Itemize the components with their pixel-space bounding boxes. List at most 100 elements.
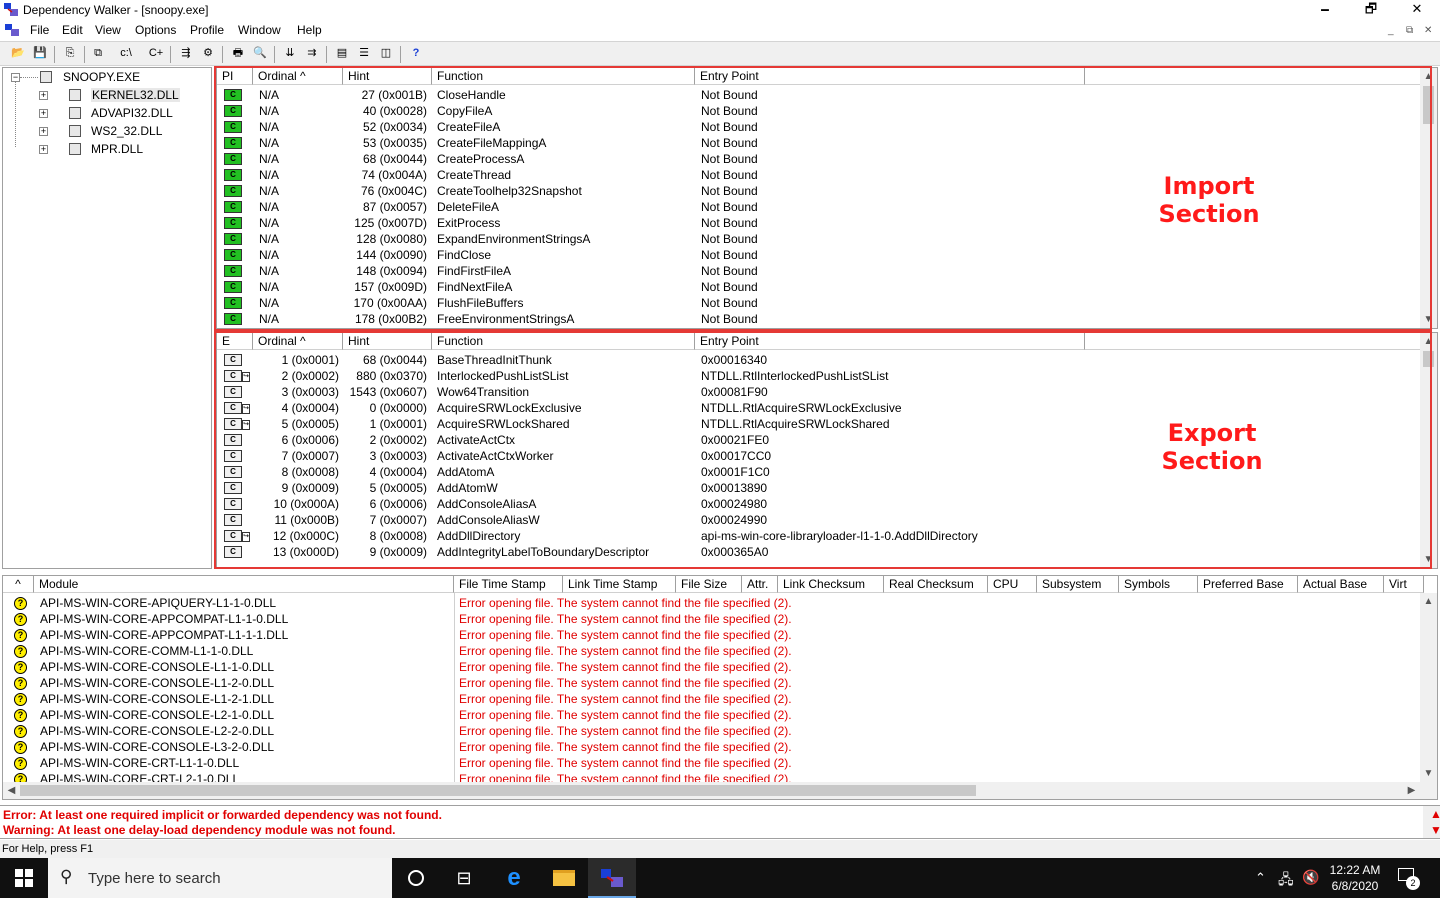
- column-header-actual-base[interactable]: Actual Base: [1298, 576, 1384, 593]
- module-row[interactable]: ? API-MS-WIN-CORE-CONSOLE-L3-2-0.DLL Error…: [3, 739, 1420, 755]
- network-icon[interactable]: 🖧: [1278, 869, 1294, 893]
- scroll-left-icon[interactable]: ◀: [3, 782, 20, 799]
- export-row[interactable]: C 11 (0x000B) 7 (0x0007) AddConsoleAliasW 0x…: [217, 512, 1421, 528]
- module-row[interactable]: ? API-MS-WIN-CORE-CRT-L1-1-0.DLL Error ope…: [3, 755, 1420, 771]
- expand-all-icon[interactable]: ⇊: [280, 45, 300, 63]
- scroll-down-icon[interactable]: ▼: [1426, 822, 1440, 838]
- edge-browser-icon[interactable]: e: [490, 858, 538, 898]
- menu-options[interactable]: Options: [135, 23, 176, 37]
- clock[interactable]: 12:22 AM 6/8/2020: [1324, 862, 1386, 894]
- cascade-icon[interactable]: ▤: [332, 45, 352, 63]
- scroll-up-icon[interactable]: ▲: [1426, 806, 1440, 822]
- export-row[interactable]: C ↪ 12 (0x000C) 8 (0x0008) AddDllDirectory ap…: [217, 528, 1421, 544]
- column-header-attr[interactable]: Attr.: [742, 576, 778, 593]
- expand-icon[interactable]: +: [39, 145, 48, 154]
- import-row[interactable]: C N/A 40 (0x0028) CopyFileA Not Bound: [217, 103, 1421, 119]
- column-header-function[interactable]: Function: [432, 68, 695, 85]
- menu-profile[interactable]: Profile: [190, 23, 224, 37]
- column-header-entry-point[interactable]: Entry Point: [695, 68, 1085, 85]
- save-icon[interactable]: 💾: [30, 45, 50, 63]
- scroll-up-icon[interactable]: ▲: [1420, 333, 1437, 350]
- menu-help[interactable]: Help: [297, 23, 322, 37]
- expand-icon[interactable]: +: [39, 127, 48, 136]
- mdi-minimize-button[interactable]: _: [1388, 25, 1394, 36]
- import-row[interactable]: C N/A 144 (0x0090) FindClose Not Bound: [217, 247, 1421, 263]
- import-vertical-scrollbar[interactable]: ▲ ▼: [1420, 68, 1437, 328]
- context-help-icon[interactable]: ?: [406, 45, 426, 63]
- column-header-[interactable]: ^: [3, 576, 34, 593]
- scroll-down-icon[interactable]: ▼: [1420, 551, 1437, 568]
- column-header-pi[interactable]: PI: [217, 68, 253, 85]
- module-row[interactable]: ? API-MS-WIN-CORE-CRT-L2-1-0.DLL Error ope…: [3, 771, 1420, 782]
- cortana-icon[interactable]: [392, 858, 440, 898]
- scroll-up-icon[interactable]: ▲: [1420, 593, 1437, 610]
- import-row[interactable]: C N/A 170 (0x00AA) FlushFileBuffers Not Boun…: [217, 295, 1421, 311]
- export-row[interactable]: C 13 (0x000D) 9 (0x0009) AddIntegrityLabelT…: [217, 544, 1421, 560]
- module-row[interactable]: ? API-MS-WIN-CORE-CONSOLE-L2-2-0.DLL Error…: [3, 723, 1420, 739]
- column-header-function[interactable]: Function: [432, 333, 695, 350]
- show-hidden-icons-icon[interactable]: ⌃: [1255, 870, 1266, 886]
- export-vertical-scrollbar[interactable]: ▲ ▼: [1420, 333, 1437, 568]
- column-header-virt[interactable]: Virt: [1384, 576, 1424, 593]
- export-row[interactable]: C 9 (0x0009) 5 (0x0005) AddAtomW 0x00013890: [217, 480, 1421, 496]
- file-explorer-icon[interactable]: [540, 858, 588, 898]
- scroll-thumb[interactable]: [20, 785, 976, 796]
- import-row[interactable]: C N/A 27 (0x001B) CloseHandle Not Bound: [217, 87, 1421, 103]
- menu-edit[interactable]: Edit: [62, 23, 83, 37]
- column-header-link-time-stamp[interactable]: Link Time Stamp: [563, 576, 676, 593]
- tree-item-root[interactable]: − SNOOPY.EXE: [11, 69, 211, 87]
- module-horizontal-scrollbar[interactable]: ◀ ▶: [3, 782, 1437, 799]
- module-row[interactable]: ? API-MS-WIN-CORE-COMM-L1-1-0.DLL Error op…: [3, 643, 1420, 659]
- menu-view[interactable]: View: [95, 23, 121, 37]
- tree-item-advapi32[interactable]: + ADVAPI32.DLL: [39, 105, 209, 123]
- print-icon[interactable]: 🖶: [228, 45, 248, 63]
- tree-item-ws2-32[interactable]: + WS2_32.DLL: [39, 123, 209, 141]
- mdi-doc-icon[interactable]: [5, 24, 19, 36]
- undecorate-cpp-icon[interactable]: C+: [146, 45, 166, 63]
- module-row[interactable]: ? API-MS-WIN-CORE-APPCOMPAT-L1-1-0.DLL Err…: [3, 611, 1420, 627]
- auto-expand-icon[interactable]: ⇶: [176, 45, 196, 63]
- column-header-file-time-stamp[interactable]: File Time Stamp: [454, 576, 563, 593]
- tree-view-icon[interactable]: ⧉: [88, 45, 108, 63]
- import-row[interactable]: C N/A 178 (0x00B2) FreeEnvironmentStringsA N…: [217, 311, 1421, 327]
- configure-icon[interactable]: ⚙: [198, 45, 218, 63]
- export-row[interactable]: C ↪ 4 (0x0004) 0 (0x0000) AcquireSRWLockExcl…: [217, 400, 1421, 416]
- module-row[interactable]: ? API-MS-WIN-CORE-CONSOLE-L1-2-1.DLL Error…: [3, 691, 1420, 707]
- module-row[interactable]: ? API-MS-WIN-CORE-APPCOMPAT-L1-1-1.DLL Err…: [3, 627, 1420, 643]
- tree-item-kernel32[interactable]: + KERNEL32.DLL: [39, 87, 209, 105]
- log-vertical-scrollbar[interactable]: ▲ ▼: [1423, 806, 1440, 838]
- column-header-hint[interactable]: Hint: [343, 68, 432, 85]
- module-row[interactable]: ? API-MS-WIN-CORE-APIQUERY-L1-1-0.DLL Erro…: [3, 595, 1420, 611]
- tile-vertical-icon[interactable]: ◫: [376, 45, 396, 63]
- task-view-icon[interactable]: ⊟: [440, 858, 488, 898]
- copy-icon[interactable]: ⎘: [60, 45, 80, 63]
- column-header-e[interactable]: E: [217, 333, 253, 350]
- open-icon[interactable]: 📂: [8, 45, 28, 63]
- tile-horizontal-icon[interactable]: ☰: [354, 45, 374, 63]
- menu-window[interactable]: Window: [238, 23, 281, 37]
- scroll-thumb[interactable]: [1423, 86, 1434, 124]
- scroll-down-icon[interactable]: ▼: [1420, 311, 1437, 328]
- column-header-module[interactable]: Module: [34, 576, 454, 593]
- notification-icon[interactable]: 2: [1398, 868, 1420, 890]
- column-header-ordinal[interactable]: Ordinal ^: [253, 68, 343, 85]
- maximize-button[interactable]: 🗗: [1348, 0, 1394, 20]
- scroll-right-icon[interactable]: ▶: [1403, 782, 1420, 799]
- scroll-thumb[interactable]: [1423, 351, 1434, 367]
- export-row[interactable]: C 3 (0x0003) 1543 (0x0607) Wow64Transition 0…: [217, 384, 1421, 400]
- import-row[interactable]: C N/A 53 (0x0035) CreateFileMappingA Not Bou…: [217, 135, 1421, 151]
- close-button[interactable]: ✕: [1394, 0, 1440, 20]
- mdi-close-button[interactable]: ✕: [1424, 25, 1432, 36]
- expand-icon[interactable]: +: [39, 109, 48, 118]
- export-row[interactable]: C 10 (0x000A) 6 (0x0006) AddConsoleAliasA 0x…: [217, 496, 1421, 512]
- export-row[interactable]: C ↪ 2 (0x0002) 880 (0x0370) InterlockedPushL…: [217, 368, 1421, 384]
- scroll-up-icon[interactable]: ▲: [1420, 68, 1437, 85]
- module-row[interactable]: ? API-MS-WIN-CORE-CONSOLE-L1-2-0.DLL Error…: [3, 675, 1420, 691]
- import-row[interactable]: C N/A 148 (0x0094) FindFirstFileA Not Bound: [217, 263, 1421, 279]
- column-header-link-checksum[interactable]: Link Checksum: [778, 576, 884, 593]
- module-row[interactable]: ? API-MS-WIN-CORE-CONSOLE-L1-1-0.DLL Error…: [3, 659, 1420, 675]
- tree-item-mpr[interactable]: + MPR.DLL: [39, 141, 209, 159]
- import-row[interactable]: C N/A 157 (0x009D) FindNextFileA Not Bound: [217, 279, 1421, 295]
- menu-file[interactable]: File: [30, 23, 49, 37]
- volume-muted-icon[interactable]: 🔇: [1302, 869, 1319, 886]
